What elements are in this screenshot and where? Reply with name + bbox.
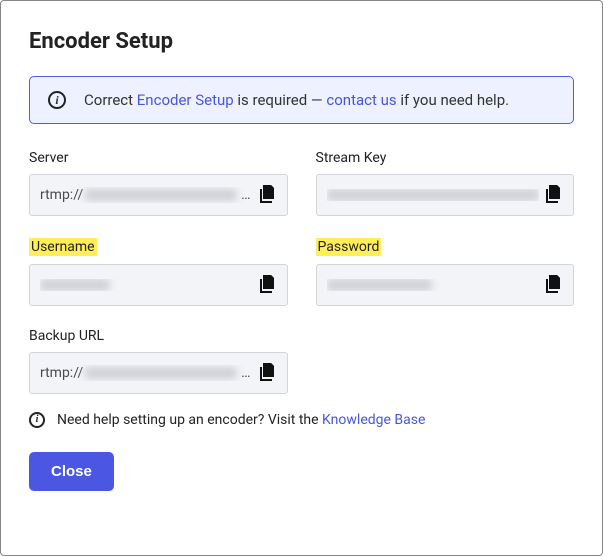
banner-text: Correct Encoder Setup is required — cont… bbox=[84, 91, 509, 109]
redacted-value bbox=[327, 189, 540, 201]
copy-icon[interactable] bbox=[545, 274, 565, 296]
stream-key-field: Stream Key bbox=[316, 150, 575, 216]
copy-icon[interactable] bbox=[259, 274, 279, 296]
stream-key-value bbox=[327, 189, 540, 201]
encoder-setup-link[interactable]: Encoder Setup bbox=[137, 91, 234, 109]
username-label: Username bbox=[29, 238, 97, 256]
backup-url-label: Backup URL bbox=[29, 328, 288, 344]
ellipsis: … bbox=[241, 365, 250, 381]
username-input[interactable] bbox=[29, 264, 288, 306]
info-icon: i bbox=[48, 91, 66, 109]
server-value: rtmp:// … bbox=[40, 187, 253, 203]
username-value bbox=[40, 279, 253, 291]
server-label: Server bbox=[29, 150, 288, 166]
help-text: Need help setting up an encoder? Visit t… bbox=[57, 412, 425, 428]
server-input[interactable]: rtmp:// … bbox=[29, 174, 288, 216]
fields-grid: Server rtmp:// … Stream Key bbox=[29, 150, 574, 394]
encoder-setup-modal: Encoder Setup i Correct Encoder Setup is… bbox=[1, 1, 602, 511]
knowledge-base-link[interactable]: Knowledge Base bbox=[322, 412, 425, 428]
password-field: Password bbox=[316, 238, 575, 306]
info-icon: i bbox=[29, 412, 45, 428]
copy-icon[interactable] bbox=[545, 184, 565, 206]
redacted-value bbox=[85, 367, 237, 379]
backup-url-input[interactable]: rtmp:// … bbox=[29, 352, 288, 394]
stream-key-input[interactable] bbox=[316, 174, 575, 216]
redacted-value bbox=[40, 279, 110, 291]
backup-url-value: rtmp:// … bbox=[40, 365, 253, 381]
info-banner: i Correct Encoder Setup is required — co… bbox=[29, 76, 574, 124]
contact-us-link[interactable]: contact us bbox=[326, 91, 396, 109]
copy-icon[interactable] bbox=[259, 184, 279, 206]
close-button[interactable]: Close bbox=[29, 452, 114, 491]
redacted-value bbox=[327, 279, 432, 291]
backup-url-field: Backup URL rtmp:// … bbox=[29, 328, 288, 394]
server-field: Server rtmp:// … bbox=[29, 150, 288, 216]
ellipsis: … bbox=[241, 187, 250, 203]
password-label: Password bbox=[316, 238, 382, 256]
redacted-value bbox=[85, 189, 237, 201]
modal-title: Encoder Setup bbox=[29, 29, 574, 54]
password-input[interactable] bbox=[316, 264, 575, 306]
stream-key-label: Stream Key bbox=[316, 150, 575, 166]
modal-footer: Close bbox=[29, 452, 574, 491]
copy-icon[interactable] bbox=[259, 362, 279, 384]
help-line: i Need help setting up an encoder? Visit… bbox=[29, 412, 574, 428]
username-field: Username bbox=[29, 238, 288, 306]
password-value bbox=[327, 279, 540, 291]
